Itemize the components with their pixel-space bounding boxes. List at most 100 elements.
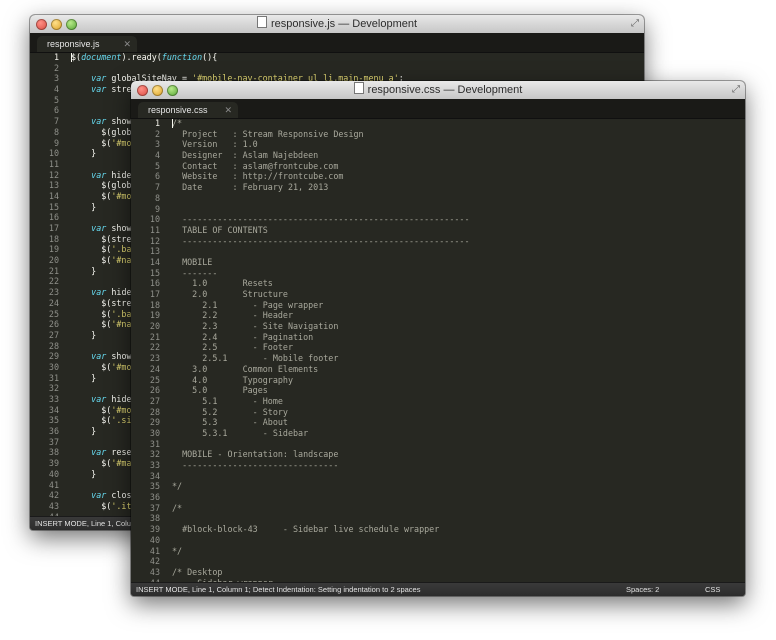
indentation-setting[interactable]: Spaces: 2: [626, 583, 659, 596]
line-number: 4: [53, 84, 59, 95]
code-line: 5.3 - About: [172, 417, 288, 428]
line-number: 17: [48, 223, 59, 233]
code-line: /*: [172, 118, 183, 128]
line-number: 20: [48, 255, 59, 266]
line-number: 23: [48, 287, 59, 298]
line-number: 31: [149, 438, 160, 449]
line-number: 14: [48, 190, 59, 201]
code-line: 2.2 - Header: [172, 310, 294, 321]
line-number: 34: [48, 404, 59, 415]
line-number: 12: [149, 235, 160, 246]
syntax-selector[interactable]: CSS: [705, 583, 720, 596]
line-number: 22: [48, 276, 59, 287]
editor-window-css[interactable]: responsive.css — Development ⤢ responsiv…: [131, 81, 745, 596]
line-number: 8: [154, 192, 160, 203]
line-number: 40: [48, 468, 59, 479]
code-line: TABLE OF CONTENTS: [172, 224, 268, 235]
tab-bar: responsive.css ✕: [131, 99, 745, 119]
line-number: 38: [48, 447, 59, 458]
line-number: 23: [149, 353, 160, 364]
status-bar: INSERT MODE, Line 1, Column 1; Detect In…: [131, 582, 745, 596]
minimize-window-button[interactable]: [51, 19, 62, 30]
line-number: 10: [48, 148, 59, 159]
line-number: 22: [149, 342, 160, 353]
close-icon[interactable]: ✕: [123, 36, 131, 52]
line-number: 18: [48, 233, 59, 244]
line-number: 32: [149, 449, 160, 460]
line-number: 15: [149, 267, 160, 278]
zoom-window-button[interactable]: [167, 85, 178, 96]
line-number: 38: [149, 513, 160, 524]
line-number-gutter: 1 2 3 4 5 6 7 8 9 10 11 12 13 14 15 16 17 18 19 20 21 22 23 24 2…: [131, 118, 162, 583]
code-line: /*: [172, 502, 183, 513]
line-number: 35: [149, 481, 160, 492]
close-icon[interactable]: ✕: [224, 102, 232, 118]
minimize-window-button[interactable]: [152, 85, 163, 96]
line-number: 29: [149, 417, 160, 428]
line-number: 2: [53, 62, 59, 73]
code-line: Website : http://frontcube.com: [172, 171, 344, 182]
tab-label: responsive.js: [47, 39, 100, 49]
code-line: 2.0 Structure: [172, 289, 288, 299]
line-number: 30: [149, 427, 160, 438]
code-line: MOBILE - Orientation: landscape: [172, 449, 339, 460]
line-number: 16: [48, 212, 59, 223]
line-number: 27: [149, 395, 160, 406]
code-area[interactable]: /* Project : Stream Responsive Design Ve…: [172, 118, 745, 583]
line-number: 3: [53, 73, 59, 84]
line-number: 15: [48, 201, 59, 212]
line-number: 5: [53, 94, 59, 105]
title-bar[interactable]: responsive.js — Development ⤢: [30, 15, 644, 34]
code-line: Project : Stream Responsive Design: [172, 128, 364, 139]
code-line: /* Desktop: [172, 566, 223, 577]
code-editor[interactable]: 1 2 3 4 5 6 7 8 9 10 11 12 13 14 15 16 17 18 19 20 21 22 23 24 2…: [131, 118, 745, 583]
line-number: 30: [48, 361, 59, 372]
code-line: Contact : aslam@frontcube.com: [172, 160, 339, 171]
fullscreen-icon[interactable]: ⤢: [631, 18, 639, 30]
code-line: 3.0 Common Elements: [172, 363, 319, 374]
line-number: 16: [149, 278, 160, 289]
line-number: 27: [48, 329, 59, 340]
line-number: 1: [154, 118, 160, 128]
line-number: 25: [149, 374, 160, 385]
text-cursor: [172, 119, 173, 128]
code-line: Designer : Aslam Najebdeen: [172, 150, 319, 161]
zoom-window-button[interactable]: [66, 19, 77, 30]
line-number: 19: [48, 244, 59, 255]
line-number: 21: [149, 331, 160, 342]
code-line: $(document).ready(function(){: [71, 52, 218, 62]
line-number: 41: [149, 545, 160, 556]
line-number: 26: [48, 319, 59, 330]
tab-responsive-js[interactable]: responsive.js ✕: [37, 36, 137, 52]
line-number: 33: [48, 394, 59, 404]
tab-bar: responsive.js ✕: [30, 33, 644, 53]
line-number: 19: [149, 310, 160, 321]
line-number: 4: [154, 150, 160, 161]
line-number: 18: [149, 299, 160, 310]
line-number: 11: [149, 224, 160, 235]
line-number: 36: [48, 426, 59, 437]
close-window-button[interactable]: [36, 19, 47, 30]
tab-responsive-css[interactable]: responsive.css ✕: [138, 102, 238, 118]
line-number-gutter: 1 2 3 4 5 6 7 8 9 10 11 12 13 14 15 16 17 18 19 20 21 22 23 24 2…: [30, 52, 61, 517]
title-bar[interactable]: responsive.css — Development ⤢: [131, 81, 745, 100]
fullscreen-icon[interactable]: ⤢: [732, 84, 740, 96]
text-cursor: [71, 53, 72, 62]
close-window-button[interactable]: [137, 85, 148, 96]
line-number: 36: [149, 492, 160, 503]
line-number: 35: [48, 415, 59, 426]
line-number: 6: [53, 105, 59, 116]
window-title: responsive.css — Development: [367, 84, 523, 96]
code-line: -------: [172, 267, 218, 278]
code-line: Version : 1.0: [172, 139, 258, 150]
window-title: responsive.js — Development: [270, 18, 418, 30]
code-line: -------------------------------: [172, 460, 339, 470]
code-line: 5.2 - Story: [172, 406, 288, 417]
line-number: 21: [48, 265, 59, 276]
